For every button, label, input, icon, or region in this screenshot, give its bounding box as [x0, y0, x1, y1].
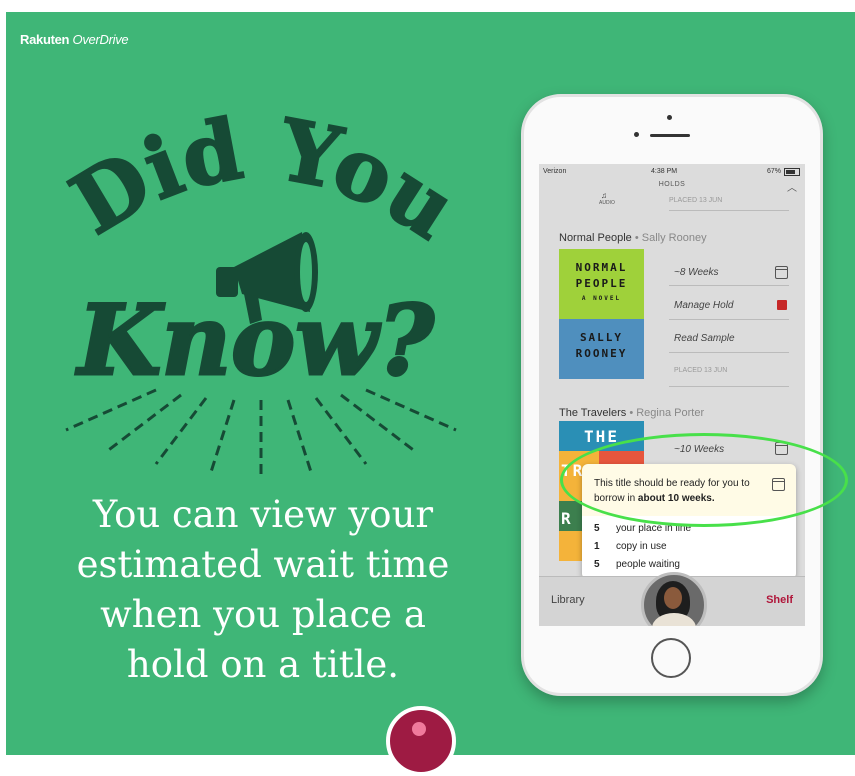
stat-label: people waiting — [616, 559, 680, 570]
status-battery: 67% — [766, 168, 781, 175]
phone-speaker — [650, 134, 690, 137]
highlight-ellipse — [560, 433, 848, 527]
book-author: Regina Porter — [636, 407, 705, 419]
status-carrier: Verizon — [543, 168, 567, 175]
book-cover[interactable]: NORMAL PEOPLE A NOVEL SALLY ROONEY — [559, 249, 644, 379]
phone-camera — [667, 115, 672, 120]
phone-sensor — [634, 132, 639, 137]
tagline-line: hold on a title. — [126, 643, 400, 686]
book-title-row[interactable]: The Travelers • Regina Porter — [559, 407, 704, 419]
phone-mockup: Verizon 4:38 PM 67% HOLDS ︿ ♫ AUDIO PLAC… — [521, 94, 823, 696]
manage-hold-icon[interactable] — [777, 300, 787, 310]
tab-shelf[interactable]: Shelf — [766, 594, 793, 606]
tagline-line: estimated wait time — [76, 543, 450, 586]
tab-library[interactable]: Library — [551, 594, 585, 606]
stat-number: 5 — [594, 559, 600, 570]
phone-screen: Verizon 4:38 PM 67% HOLDS ︿ ♫ AUDIO PLAC… — [539, 164, 805, 626]
burst-lines — [65, 388, 457, 474]
status-time: 4:38 PM — [651, 168, 678, 175]
app-badge-icon — [386, 706, 456, 776]
stat-label: copy in use — [616, 541, 667, 552]
avatar[interactable] — [641, 572, 707, 626]
headphones-icon: ♫ — [601, 191, 607, 200]
format-label: AUDIO — [599, 200, 615, 206]
calendar-icon[interactable] — [775, 266, 788, 279]
divider — [669, 210, 789, 211]
tagline: You can view your estimated wait time wh… — [28, 490, 498, 690]
headline-line2: Know? — [75, 284, 435, 397]
headline-graphic: Did You Know? — [54, 98, 474, 474]
wait-estimate[interactable]: ~8 Weeks — [674, 267, 719, 278]
manage-hold-button[interactable]: Manage Hold — [674, 300, 733, 311]
stat-number: 5 — [594, 523, 600, 534]
tab-bar: Library Shelf — [539, 572, 805, 626]
stat-number: 1 — [594, 541, 600, 552]
book-title: The Travelers — [559, 407, 627, 419]
book-title-row[interactable]: Normal People • Sally Rooney — [559, 232, 707, 244]
poster-background: Rakuten OverDrive Did You Know? You can … — [6, 12, 855, 755]
collapse-chevron-icon[interactable]: ︿ — [787, 179, 797, 194]
screen-title: HOLDS — [658, 181, 686, 188]
book-author: Sally Rooney — [641, 232, 707, 244]
status-bar: Verizon 4:38 PM 67% — [539, 164, 805, 180]
tagline-line: when you place a — [100, 593, 426, 636]
read-sample-button[interactable]: Read Sample — [674, 333, 735, 344]
home-button[interactable] — [651, 638, 691, 678]
battery-icon — [784, 168, 800, 176]
headline-line1: Did You — [55, 99, 474, 259]
placed-date: PLACED 13 JUN — [674, 367, 728, 374]
placed-date: PLACED 13 JUN — [669, 197, 723, 204]
tagline-line: You can view your — [92, 493, 434, 536]
book-title: Normal People — [559, 232, 632, 244]
